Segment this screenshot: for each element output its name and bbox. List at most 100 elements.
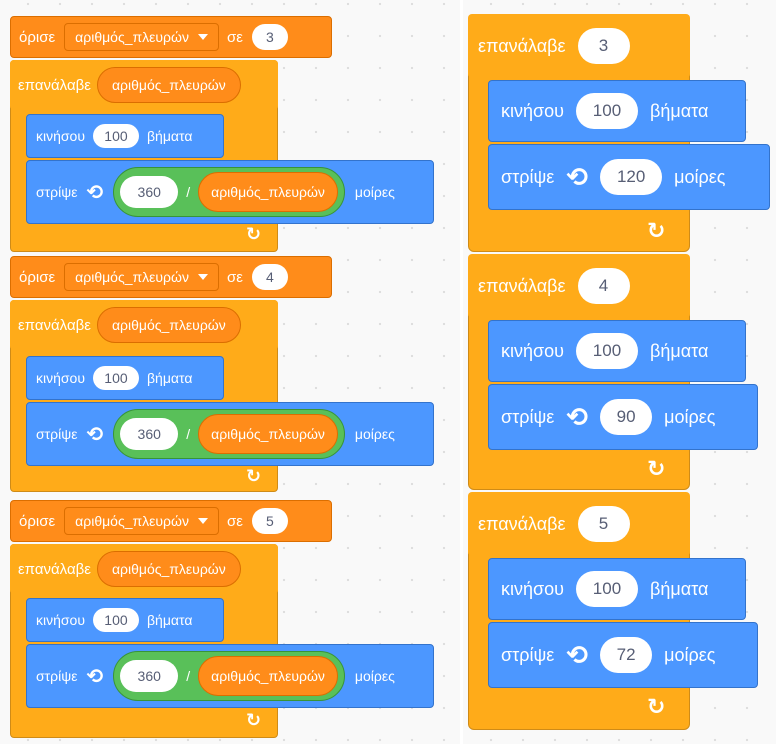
steps-label: βήματα [649,340,709,361]
repeat-label: επανάλαβε [18,316,91,334]
repeat-label: επανάλαβε [18,76,91,94]
steps-label: βήματα [146,612,193,628]
turn-label: στρίψε [36,668,78,684]
divide-symbol: / [186,184,191,200]
repeat-count-variable[interactable]: αριθμός_πλευρών [96,67,241,103]
repeat-block[interactable]: επανάλαβε αριθμός_πλευρών [10,544,278,594]
repeat-block[interactable]: επανάλαβε 4 [468,254,690,318]
set-value-input[interactable]: 5 [251,508,288,534]
move-steps-input[interactable]: 100 [575,571,638,607]
loop-arrow-icon: ↻ [246,224,262,244]
repeat-count-input[interactable]: 5 [577,506,630,542]
set-value-input[interactable]: 4 [251,264,288,290]
move-steps-input[interactable]: 100 [92,124,139,148]
turn-block[interactable]: στρίψε ⟲ 360 / αριθμός_πλευρών μοίρες [26,402,434,466]
turn-label: στρίψε [36,184,78,200]
turn-label: στρίψε [501,406,555,427]
dividend-input[interactable]: 360 [120,660,179,692]
repeat-count-variable[interactable]: αριθμός_πλευρών [96,307,241,343]
turn-block[interactable]: στρίψε ⟲ 120 μοίρες [488,144,770,210]
repeat-count-input[interactable]: 3 [577,28,630,64]
move-steps-input[interactable]: 100 [575,333,638,369]
turn-block[interactable]: στρίψε ⟲ 360 / αριθμός_πλευρών μοίρες [26,160,434,224]
move-label: κινήσου [501,340,564,361]
turn-label: στρίψε [501,644,555,665]
move-label: κινήσου [36,612,85,628]
move-block[interactable]: κινήσου 100 βήματα [488,80,746,142]
steps-label: βήματα [146,128,193,144]
degrees-label: μοίρες [354,668,395,684]
turn-degrees-input[interactable]: 90 [600,399,653,435]
move-block[interactable]: κινήσου 100 βήματα [26,598,224,642]
repeat-block[interactable]: επανάλαβε 5 [468,492,690,556]
degrees-label: μοίρες [664,406,716,427]
turn-degrees-input[interactable]: 72 [600,637,653,673]
repeat-count-variable[interactable]: αριθμός_πλευρών [96,551,241,587]
variable-dropdown[interactable]: αριθμός_πλευρών [64,263,219,291]
move-label: κινήσου [36,370,85,386]
repeat-block[interactable]: επανάλαβε 3 [468,14,690,78]
repeat-block[interactable]: επανάλαβε αριθμός_πλευρών [10,300,278,350]
dividend-input[interactable]: 360 [120,176,179,208]
dividend-input[interactable]: 360 [120,418,179,450]
steps-label: βήματα [649,100,709,121]
variable-name: αριθμός_πλευρών [75,29,189,45]
turn-block[interactable]: στρίψε ⟲ 90 μοίρες [488,384,758,450]
turn-block[interactable]: στρίψε ⟲ 360 / αριθμός_πλευρών μοίρες [26,644,434,708]
degrees-label: μοίρες [664,644,716,665]
move-block[interactable]: κινήσου 100 βήματα [488,558,746,620]
repeat-label: επανάλαβε [18,560,91,578]
set-label: όρισε [19,28,56,46]
loop-arrow-icon: ↻ [246,466,262,486]
degrees-label: μοίρες [674,166,726,187]
repeat-count-input[interactable]: 4 [577,268,630,304]
repeat-label: επανάλαβε [478,35,566,56]
turn-degrees-input[interactable]: 120 [600,159,663,195]
move-steps-input[interactable]: 100 [92,366,139,390]
divisor-variable[interactable]: αριθμός_πλευρών [198,656,338,696]
turn-label: στρίψε [36,426,78,442]
loop-arrow-icon: ↻ [647,456,666,481]
to-label: σε [226,28,243,46]
divisor-variable[interactable]: αριθμός_πλευρών [198,414,338,454]
steps-label: βήματα [649,578,709,599]
dropdown-triangle-icon [197,518,208,524]
loop-arrow-icon: ↻ [647,218,666,243]
to-label: σε [226,268,243,286]
divisor-variable[interactable]: αριθμός_πλευρών [198,172,338,212]
move-steps-input[interactable]: 100 [92,608,139,632]
repeat-label: επανάλαβε [478,275,566,296]
loop-arrow-icon: ↻ [246,710,262,730]
divide-operator[interactable]: 360 / αριθμός_πλευρών [113,651,345,701]
move-label: κινήσου [501,578,564,599]
set-label: όρισε [19,268,56,286]
repeat-label: επανάλαβε [478,513,566,534]
variable-name: αριθμός_πλευρών [75,513,189,529]
degrees-label: μοίρες [354,426,395,442]
set-variable-block[interactable]: όρισε αριθμός_πλευρών σε 5 [10,500,332,542]
divide-operator[interactable]: 360 / αριθμός_πλευρών [113,409,345,459]
divide-symbol: / [186,426,191,442]
right-code-area: επανάλαβε 3 κινήσου 100 βήματα στρίψε ⟲ … [463,0,776,744]
variable-dropdown[interactable]: αριθμός_πλευρών [64,507,219,535]
move-label: κινήσου [501,100,564,121]
move-block[interactable]: κινήσου 100 βήματα [26,114,224,158]
move-label: κινήσου [36,128,85,144]
variable-name: αριθμός_πλευρών [75,269,189,285]
move-steps-input[interactable]: 100 [575,93,638,129]
set-variable-block[interactable]: όρισε αριθμός_πλευρών σε 3 [10,16,332,58]
turn-block[interactable]: στρίψε ⟲ 72 μοίρες [488,622,758,688]
turn-left-arrow-icon: ⟲ [566,401,589,432]
repeat-block[interactable]: επανάλαβε αριθμός_πλευρών [10,60,278,110]
steps-label: βήματα [146,370,193,386]
move-block[interactable]: κινήσου 100 βήματα [488,320,746,382]
set-variable-block[interactable]: όρισε αριθμός_πλευρών σε 4 [10,256,332,298]
divide-operator[interactable]: 360 / αριθμός_πλευρών [113,167,345,217]
move-block[interactable]: κινήσου 100 βήματα [26,356,224,400]
set-value-input[interactable]: 3 [251,24,288,50]
dropdown-triangle-icon [197,34,208,40]
variable-dropdown[interactable]: αριθμός_πλευρών [64,23,219,51]
divide-symbol: / [186,668,191,684]
turn-left-arrow-icon: ⟲ [86,423,104,446]
turn-left-arrow-icon: ⟲ [86,181,104,204]
